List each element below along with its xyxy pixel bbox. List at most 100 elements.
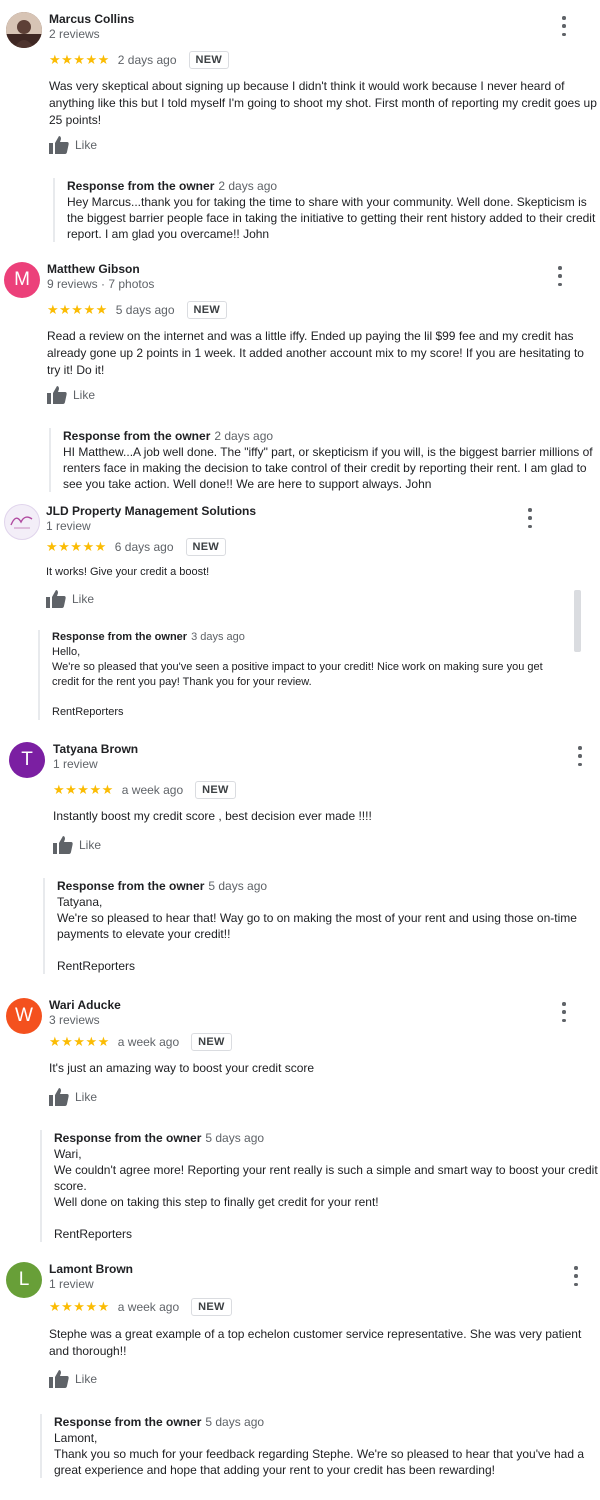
response-title: Response from the owner [54, 1415, 202, 1429]
response-text: Hello, We're so pleased that you've seen… [52, 646, 543, 718]
owner-response: Response from the owner 5 days ago Tatyan… [43, 878, 600, 974]
rating-row: ★★★★★ a week ago NEW [49, 1032, 232, 1052]
reviewer-meta: 3 reviews [49, 1013, 100, 1027]
thumbs-up-icon [46, 590, 66, 608]
avatar-letter: T [21, 749, 33, 770]
avatar[interactable] [4, 504, 40, 540]
avatar[interactable] [6, 12, 42, 48]
owner-response: Response from the owner 2 days ago Hey Ma… [53, 178, 600, 242]
response-text: Hey Marcus...thank you for taking the ti… [67, 195, 596, 241]
reviewer-meta: 1 review [46, 519, 91, 533]
like-button[interactable]: Like [46, 588, 94, 610]
star-rating: ★★★★★ [53, 782, 114, 797]
rating-row: ★★★★★ 2 days ago NEW [49, 50, 230, 70]
new-badge: NEW [188, 51, 230, 69]
response-title: Response from the owner [57, 879, 205, 893]
rating-row: ★★★★★ a week ago NEW [49, 1297, 232, 1317]
review-text: Stephe was a great example of a top eche… [49, 1327, 582, 1358]
review-text: Read a review on the internet and was a … [47, 329, 584, 377]
like-label: Like [72, 592, 95, 606]
review-text: Instantly boost my credit score , best d… [53, 809, 372, 823]
owner-response: Response from the owner 5 days ago Wari, … [40, 1130, 600, 1242]
avatar-letter: L [18, 1269, 30, 1290]
response-title: Response from the owner [63, 429, 211, 443]
review-text: Was very skeptical about signing up beca… [49, 79, 597, 127]
response-date: 5 days ago [208, 879, 268, 893]
response-date: 5 days ago [205, 1415, 265, 1429]
more-options-icon[interactable] [559, 1002, 569, 1022]
star-rating: ★★★★★ [47, 302, 108, 317]
response-date: 3 days ago [191, 631, 245, 643]
review-text: It's just an amazing way to boost your c… [49, 1061, 315, 1075]
response-text: Wari, We couldn't agree more! Reporting … [54, 1147, 598, 1241]
like-label: Like [75, 138, 98, 152]
like-label: Like [79, 838, 102, 852]
like-label: Like [75, 1090, 98, 1104]
reviewer-name[interactable]: JLD Property Management Solutions [46, 504, 256, 518]
new-badge: NEW [186, 301, 228, 319]
profile-photo-icon [6, 12, 42, 48]
star-rating: ★★★★★ [49, 1034, 110, 1049]
avatar[interactable]: M [4, 262, 40, 298]
review-date: a week ago [117, 1300, 180, 1314]
review-text: It works! Give your credit a boost! [46, 566, 210, 578]
like-label: Like [73, 388, 96, 402]
more-options-icon[interactable] [559, 16, 569, 36]
reviewer-name[interactable]: Marcus Collins [49, 12, 134, 26]
reviewer-name[interactable]: Wari Aducke [49, 998, 121, 1012]
star-rating: ★★★★★ [49, 1299, 110, 1314]
review-date: 5 days ago [115, 303, 175, 317]
reviewer-name[interactable]: Matthew Gibson [47, 262, 140, 276]
rating-row: ★★★★★ 5 days ago NEW [47, 300, 228, 320]
review-date: a week ago [121, 783, 184, 797]
reviewer-meta: 1 review [49, 1277, 94, 1291]
thumbs-up-icon [49, 1088, 69, 1106]
new-badge: NEW [191, 1298, 232, 1316]
thumbs-up-icon [47, 386, 67, 404]
like-button[interactable]: Like [53, 834, 101, 856]
response-title: Response from the owner [52, 631, 188, 643]
review-date: a week ago [117, 1035, 180, 1049]
avatar[interactable]: W [6, 998, 42, 1034]
reviewer-name[interactable]: Lamont Brown [49, 1262, 133, 1276]
star-rating: ★★★★★ [49, 52, 110, 67]
avatar[interactable]: L [6, 1262, 42, 1298]
owner-response: Response from the owner 3 days ago Hello,… [38, 630, 562, 720]
scrollbar[interactable] [574, 590, 581, 652]
like-button[interactable]: Like [47, 384, 95, 406]
response-date: 5 days ago [205, 1131, 265, 1145]
like-button[interactable]: Like [49, 134, 97, 156]
new-badge: NEW [185, 538, 227, 556]
response-date: 2 days ago [218, 179, 278, 193]
more-options-icon[interactable] [525, 508, 535, 528]
owner-response: Response from the owner 5 days ago Lamont… [40, 1414, 600, 1478]
avatar-letter: W [15, 1005, 33, 1026]
response-title: Response from the owner [54, 1131, 202, 1145]
response-date: 2 days ago [214, 429, 274, 443]
new-badge: NEW [191, 1033, 232, 1051]
star-rating: ★★★★★ [46, 539, 107, 554]
reviewer-name[interactable]: Tatyana Brown [53, 742, 138, 756]
thumbs-up-icon [49, 136, 69, 154]
owner-response: Response from the owner 2 days ago HI Mat… [49, 428, 599, 492]
reviewer-meta: 1 review [53, 757, 98, 771]
company-logo-icon [10, 516, 33, 529]
response-text: Lamont, Thank you so much for your feedb… [54, 1431, 585, 1477]
like-button[interactable]: Like [49, 1368, 97, 1390]
avatar[interactable]: T [9, 742, 45, 778]
thumbs-up-icon [53, 836, 73, 854]
new-badge: NEW [195, 781, 236, 799]
more-options-icon[interactable] [571, 1266, 581, 1286]
rating-row: ★★★★★ 6 days ago NEW [46, 537, 227, 557]
more-options-icon[interactable] [555, 266, 565, 286]
review-date: 2 days ago [117, 53, 177, 67]
thumbs-up-icon [49, 1370, 69, 1388]
response-text: Tatyana, We're so pleased to hear that! … [57, 895, 577, 973]
avatar-letter: M [14, 269, 30, 290]
like-button[interactable]: Like [49, 1086, 97, 1108]
rating-row: ★★★★★ a week ago NEW [53, 780, 236, 800]
more-options-icon[interactable] [575, 746, 585, 766]
review-date: 6 days ago [114, 540, 174, 554]
response-title: Response from the owner [67, 179, 215, 193]
like-label: Like [75, 1372, 98, 1386]
